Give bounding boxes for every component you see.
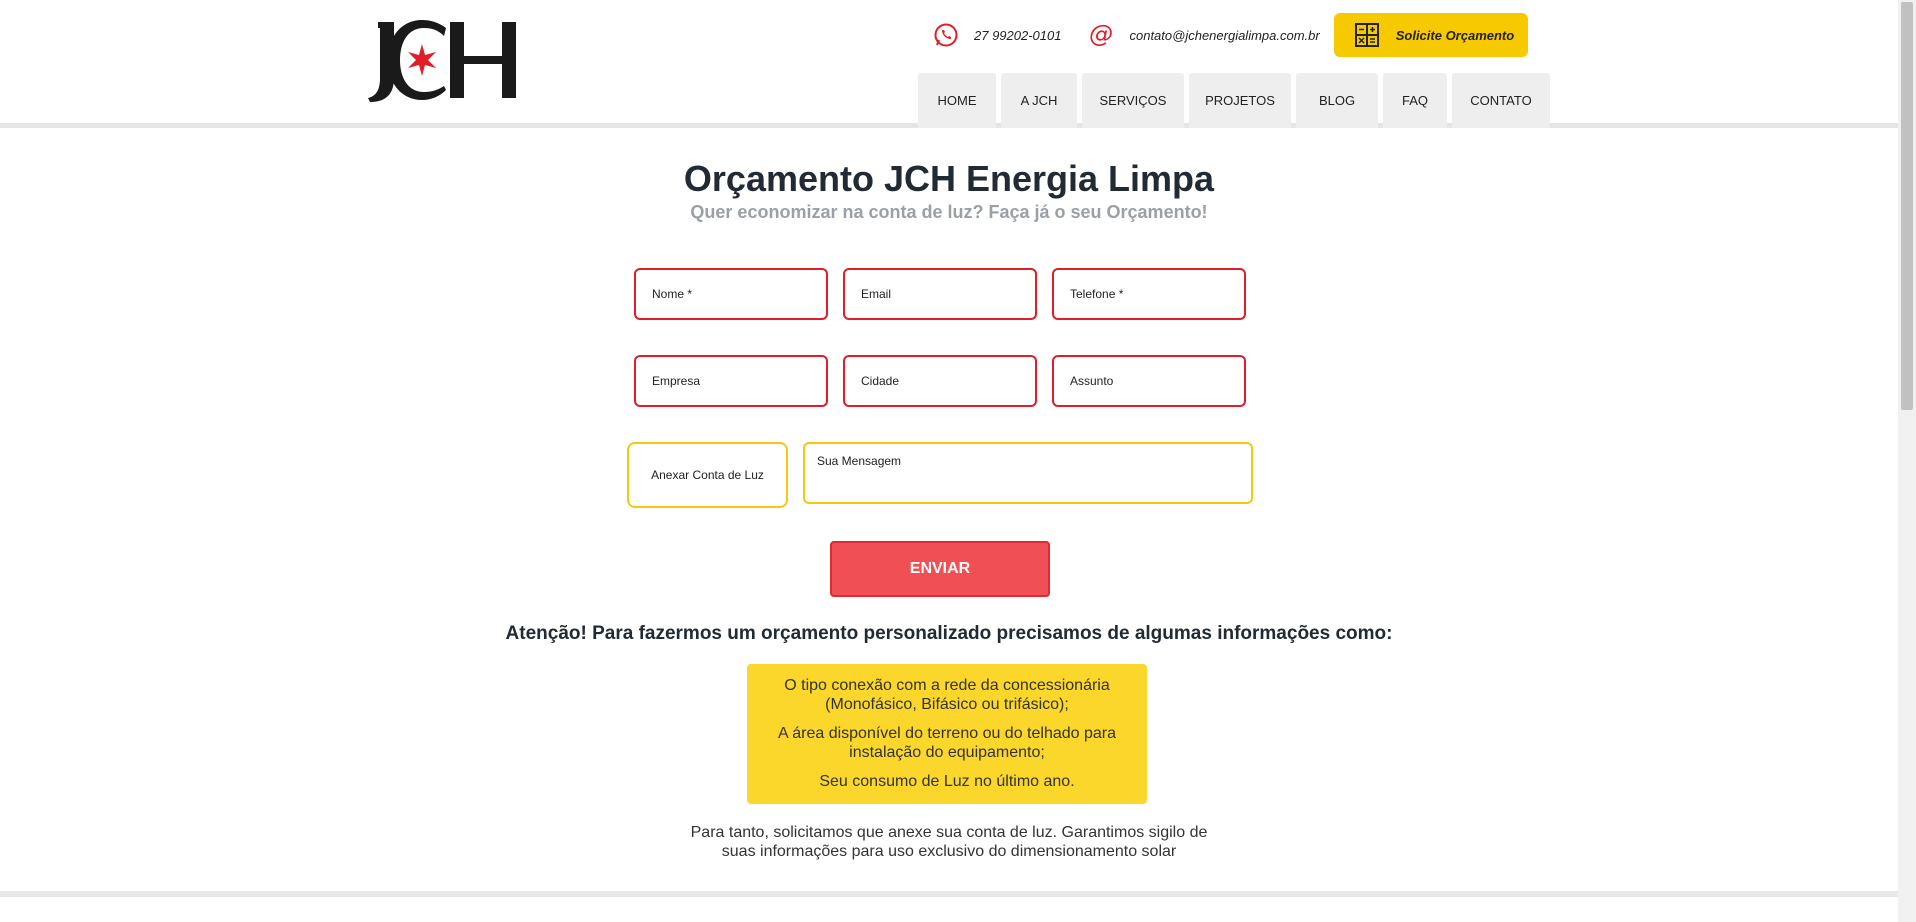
empresa-input[interactable]: [652, 374, 810, 388]
page-title: Orçamento JCH Energia Limpa: [683, 158, 1215, 199]
requirements-box: O tipo conexão com a rede da concessioná…: [747, 664, 1147, 804]
cidade-input[interactable]: [861, 374, 1019, 388]
section-divider: [0, 891, 1898, 897]
nav-item-a-jch[interactable]: A JCH: [1001, 73, 1077, 128]
message-textarea[interactable]: [817, 454, 1239, 492]
jch-logo-mark: [368, 20, 516, 102]
nav-item-contato[interactable]: CONTATO: [1452, 73, 1550, 128]
page-subtitle: Quer economizar na conta de luz? Faça já…: [690, 202, 1208, 222]
whatsapp-icon: [932, 21, 960, 49]
email-input[interactable]: [861, 287, 1019, 301]
site-header: 27 99202-0101 @ contato@jchenergialimpa.…: [0, 0, 1898, 128]
assunto-field[interactable]: [1052, 355, 1246, 407]
request-quote-button[interactable]: Solicite Orçamento: [1333, 13, 1528, 57]
at-icon: @: [1087, 21, 1115, 49]
requirement-item: O tipo conexão com a rede da concessioná…: [784, 677, 1110, 713]
privacy-note-text: Para tanto, solicitamos que anexe sua co…: [690, 824, 1208, 860]
requirement-item: A área disponível do terreno ou do telha…: [777, 725, 1117, 761]
main-nav: HOME A JCH SERVIÇOS PROJETOS BLOG FAQ CO…: [918, 73, 1550, 128]
nome-field[interactable]: [634, 268, 828, 320]
privacy-note: Para tanto, solicitamos que anexe sua co…: [0, 823, 1898, 861]
attach-bill-button[interactable]: Anexar Conta de Luz: [627, 442, 788, 508]
contact-bar: 27 99202-0101 @ contato@jchenergialimpa.…: [932, 13, 1528, 57]
nav-item-faq[interactable]: FAQ: [1383, 73, 1447, 128]
nome-input[interactable]: [652, 287, 810, 301]
cidade-field[interactable]: [843, 355, 1037, 407]
calculator-icon: [1354, 22, 1380, 48]
email-address: contato@jchenergialimpa.com.br: [1129, 27, 1320, 43]
message-field[interactable]: [803, 442, 1253, 504]
assunto-input[interactable]: [1070, 374, 1228, 388]
nav-item-blog[interactable]: BLOG: [1296, 73, 1378, 128]
email-contact[interactable]: @ contato@jchenergialimpa.com.br: [1087, 21, 1319, 49]
attention-heading: Atenção! Para fazermos um orçamento pers…: [505, 623, 1393, 644]
telefone-input[interactable]: [1070, 287, 1228, 301]
phone-contact[interactable]: 27 99202-0101: [932, 21, 1061, 49]
requirement-item: Seu consumo de Luz no último ano.: [819, 773, 1075, 790]
email-field[interactable]: [843, 268, 1037, 320]
page-heading: Orçamento JCH Energia Limpa Quer economi…: [0, 158, 1898, 223]
nav-item-home[interactable]: HOME: [918, 73, 996, 128]
page-scrollbar[interactable]: [1898, 0, 1916, 922]
jch-logo[interactable]: [360, 18, 522, 104]
submit-button[interactable]: ENVIAR: [830, 541, 1050, 597]
empresa-field[interactable]: [634, 355, 828, 407]
svg-text:@: @: [1089, 22, 1113, 48]
telefone-field[interactable]: [1052, 268, 1246, 320]
request-quote-label: Solicite Orçamento: [1395, 27, 1515, 43]
scrollbar-thumb[interactable]: [1901, 2, 1913, 410]
nav-item-servicos[interactable]: SERVIÇOS: [1082, 73, 1184, 128]
phone-number: 27 99202-0101: [974, 27, 1062, 43]
nav-item-projetos[interactable]: PROJETOS: [1189, 73, 1291, 128]
